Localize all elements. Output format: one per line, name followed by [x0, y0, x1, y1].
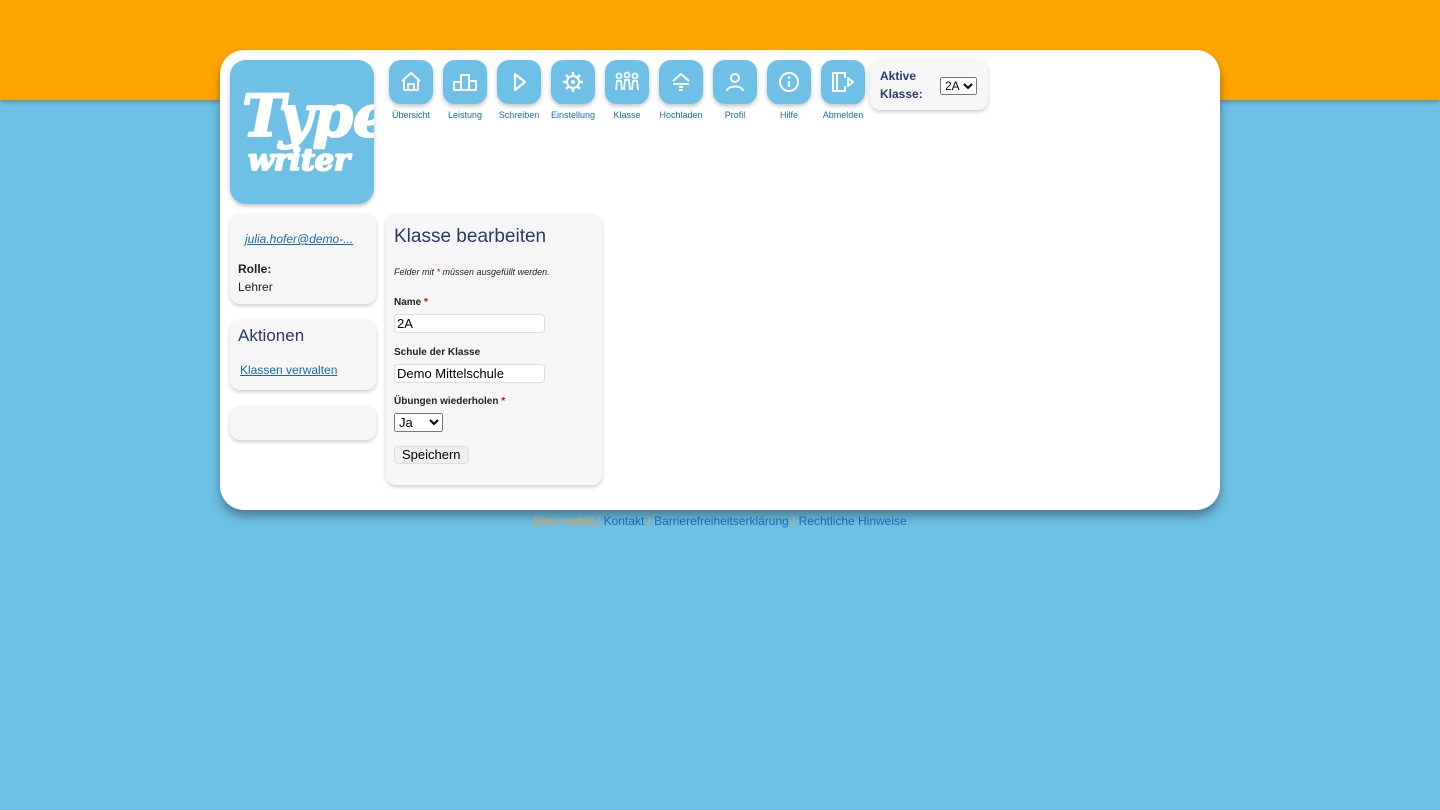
nav-button-hilfe[interactable]	[767, 60, 811, 104]
gear-icon	[563, 72, 583, 92]
edit-class-form: Klasse bearbeiten Felder mit * müssen au…	[386, 214, 602, 485]
nav-button-klasse[interactable]	[605, 60, 649, 104]
play-icon	[513, 72, 527, 92]
role-label: Rolle:	[238, 262, 272, 276]
active-class-box: Aktive Klasse: 2A	[870, 60, 988, 110]
required-star: *	[501, 396, 506, 407]
footer-link-barrierefreiheit[interactable]: Barrierefreiheitserklärung	[654, 514, 789, 528]
actions-title: Aktionen	[238, 326, 305, 345]
typewriter-logo[interactable]: Type writer	[230, 60, 374, 204]
footer: [dev, mobil] | Kontakt | Barrierefreihei…	[0, 514, 1440, 528]
logo-image: Type writer	[241, 81, 374, 179]
nav-label[interactable]: Profil	[725, 110, 746, 120]
nav-item-abmelden[interactable]: Abmelden	[816, 60, 870, 120]
footer-info: [dev, mobil]	[533, 514, 594, 528]
nav-item-hilfe[interactable]: Hilfe	[762, 60, 816, 120]
nav-item-hochladen[interactable]: Hochladen	[654, 60, 708, 120]
nav-item-profil[interactable]: Profil	[708, 60, 762, 120]
school-label: Schule der Klasse	[394, 347, 481, 358]
nav-label[interactable]: Schreiben	[499, 110, 540, 120]
repeat-label: Übungen wiederholen *	[394, 396, 505, 407]
footer-separator: |	[597, 514, 601, 528]
nav-button-hochladen[interactable]	[659, 60, 703, 104]
actions-panel: Aktionen Klassen verwalten	[230, 320, 376, 390]
user-panel: julia.hofer@demo-... Rolle: Lehrer	[230, 214, 376, 304]
logout-icon	[832, 72, 854, 92]
nav-label[interactable]: Klasse	[613, 110, 640, 120]
nav-item-klasse[interactable]: Klasse	[600, 60, 654, 120]
logo-text-line2: writer	[248, 143, 352, 178]
name-label-text: Name	[394, 297, 422, 308]
footer-separator: |	[792, 514, 796, 528]
save-button[interactable]: Speichern	[394, 446, 469, 464]
nav-button-schreiben[interactable]	[497, 60, 541, 104]
footer-separator: |	[647, 514, 651, 528]
stats-icon	[453, 74, 477, 91]
footer-link-rechtliches[interactable]: Rechtliche Hinweise	[799, 514, 907, 528]
empty-panel	[230, 406, 376, 440]
nav-item-schreiben[interactable]: Schreiben	[492, 60, 546, 120]
role-value: Lehrer	[238, 280, 273, 294]
repeat-select[interactable]: Ja	[394, 413, 443, 432]
nav-item-einstellung[interactable]: Einstellung	[546, 60, 600, 120]
home-icon	[401, 72, 421, 91]
school-input[interactable]	[394, 364, 545, 383]
repeat-label-text: Übungen wiederholen	[394, 396, 499, 407]
active-class-select[interactable]: 2A	[940, 77, 977, 95]
main-card: Type writer Übersicht Leistung Schreiben	[220, 50, 1220, 510]
nav-item-uebersicht[interactable]: Übersicht	[384, 60, 438, 120]
nav-item-leistung[interactable]: Leistung	[438, 60, 492, 120]
manage-classes-link[interactable]: Klassen verwalten	[240, 363, 337, 377]
upload-icon	[672, 73, 690, 91]
nav-label[interactable]: Hochladen	[659, 110, 702, 120]
user-icon	[726, 73, 744, 92]
info-icon	[779, 72, 799, 92]
hint-text-before: Felder mit	[394, 267, 437, 277]
name-label: Name *	[394, 297, 428, 308]
hint-text-after: müssen ausgefüllt werden.	[440, 267, 550, 277]
nav-label[interactable]: Einstellung	[551, 110, 595, 120]
name-input[interactable]	[394, 314, 545, 333]
user-email-link[interactable]: julia.hofer@demo-...	[245, 232, 353, 246]
nav-button-abmelden[interactable]	[821, 60, 865, 104]
nav-button-profil[interactable]	[713, 60, 757, 104]
nav-button-einstellung[interactable]	[551, 60, 595, 104]
nav-button-uebersicht[interactable]	[389, 60, 433, 104]
logo-text-line1: Type	[242, 82, 374, 150]
nav-label[interactable]: Übersicht	[392, 110, 430, 120]
required-star: *	[424, 297, 428, 308]
nav-label[interactable]: Abmelden	[823, 110, 864, 120]
active-class-label: Aktive Klasse:	[880, 69, 923, 101]
required-hint: Felder mit * müssen ausgefüllt werden.	[394, 267, 550, 277]
nav-label[interactable]: Hilfe	[780, 110, 798, 120]
footer-link-kontakt[interactable]: Kontakt	[604, 514, 645, 528]
nav-label[interactable]: Leistung	[448, 110, 482, 120]
group-icon	[615, 71, 639, 91]
main-navigation: Übersicht Leistung Schreiben Einstellung	[384, 60, 870, 120]
nav-button-leistung[interactable]	[443, 60, 487, 104]
form-title: Klasse bearbeiten	[394, 226, 547, 247]
